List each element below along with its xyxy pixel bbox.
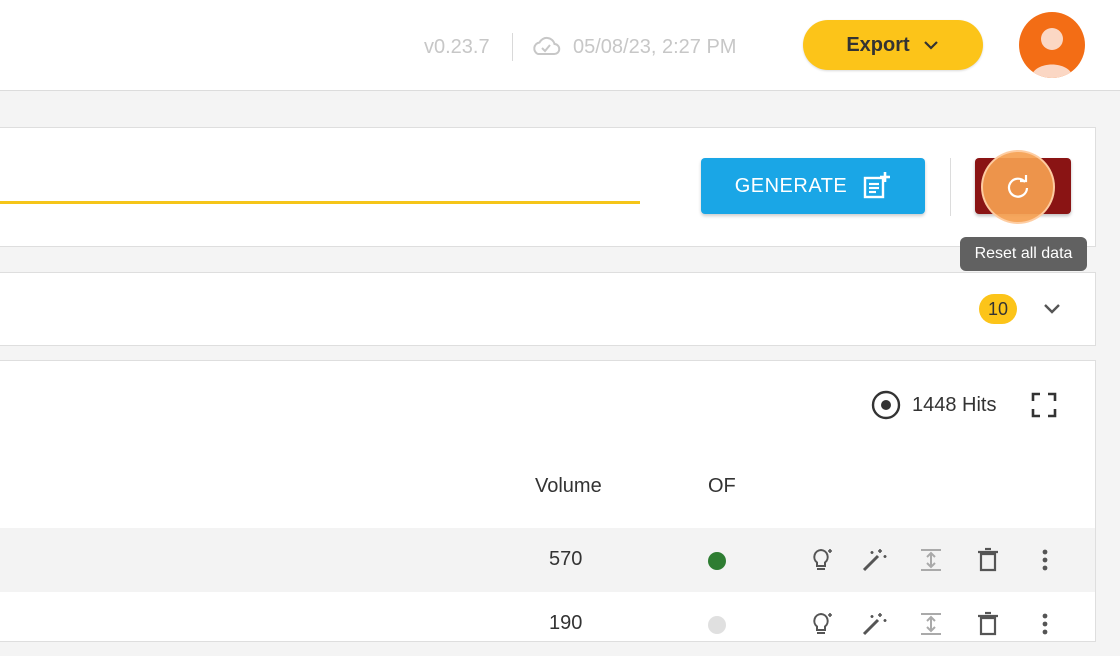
more-vertical-icon[interactable] — [1031, 610, 1059, 638]
user-avatar[interactable] — [1019, 12, 1085, 78]
table-row[interactable]: 190 — [0, 592, 1095, 656]
count-badge: 10 — [979, 294, 1017, 324]
target-icon — [871, 390, 901, 420]
status-dot-inactive — [708, 616, 726, 634]
reset-click-highlight[interactable] — [981, 150, 1055, 224]
magic-wand-icon[interactable] — [860, 546, 888, 574]
chevron-down-icon — [923, 41, 938, 50]
magic-wand-icon[interactable] — [860, 610, 888, 638]
table-row[interactable]: 570 — [0, 528, 1095, 592]
more-vertical-icon[interactable] — [1031, 546, 1059, 574]
generate-button[interactable]: GENERATE — [701, 158, 925, 214]
version-label: v0.23.7 — [424, 36, 490, 58]
post-add-icon — [864, 172, 891, 199]
results-table-panel: 1448 Hits Volume OF 570 190 — [0, 360, 1096, 642]
reset-tooltip: Reset all data — [960, 237, 1087, 271]
chevron-down-icon[interactable] — [1038, 295, 1066, 323]
cloud-icon — [530, 34, 562, 58]
status-dot-active — [708, 552, 726, 570]
row-volume: 190 — [549, 612, 583, 634]
generate-panel: GENERATE — [0, 127, 1096, 247]
collapsible-section[interactable]: 10 — [0, 272, 1096, 346]
panel-divider — [950, 158, 951, 216]
expand-vertical-icon[interactable] — [917, 546, 945, 574]
header-divider — [512, 33, 513, 61]
hits-label: 1448 Hits — [912, 393, 997, 416]
lightbulb-icon[interactable] — [807, 546, 835, 574]
column-header-of[interactable]: OF — [708, 475, 736, 498]
refresh-icon — [1007, 175, 1029, 198]
column-header-volume[interactable]: Volume — [535, 475, 602, 498]
top-header: v0.23.7 05/08/23, 2:27 PM Export — [0, 0, 1120, 91]
row-volume: 570 — [549, 548, 583, 570]
generate-button-label: GENERATE — [734, 174, 848, 197]
last-saved-time: 05/08/23, 2:27 PM — [573, 36, 737, 58]
input-underline — [0, 201, 640, 204]
export-button[interactable]: Export — [803, 20, 983, 70]
user-icon — [1031, 28, 1073, 78]
export-button-label: Export — [846, 33, 910, 56]
delete-icon[interactable] — [974, 546, 1002, 574]
hits-counter: 1448 Hits — [870, 389, 997, 421]
fullscreen-icon[interactable] — [1031, 392, 1057, 418]
expand-vertical-icon[interactable] — [917, 610, 945, 638]
lightbulb-icon[interactable] — [807, 610, 835, 638]
delete-icon[interactable] — [974, 610, 1002, 638]
